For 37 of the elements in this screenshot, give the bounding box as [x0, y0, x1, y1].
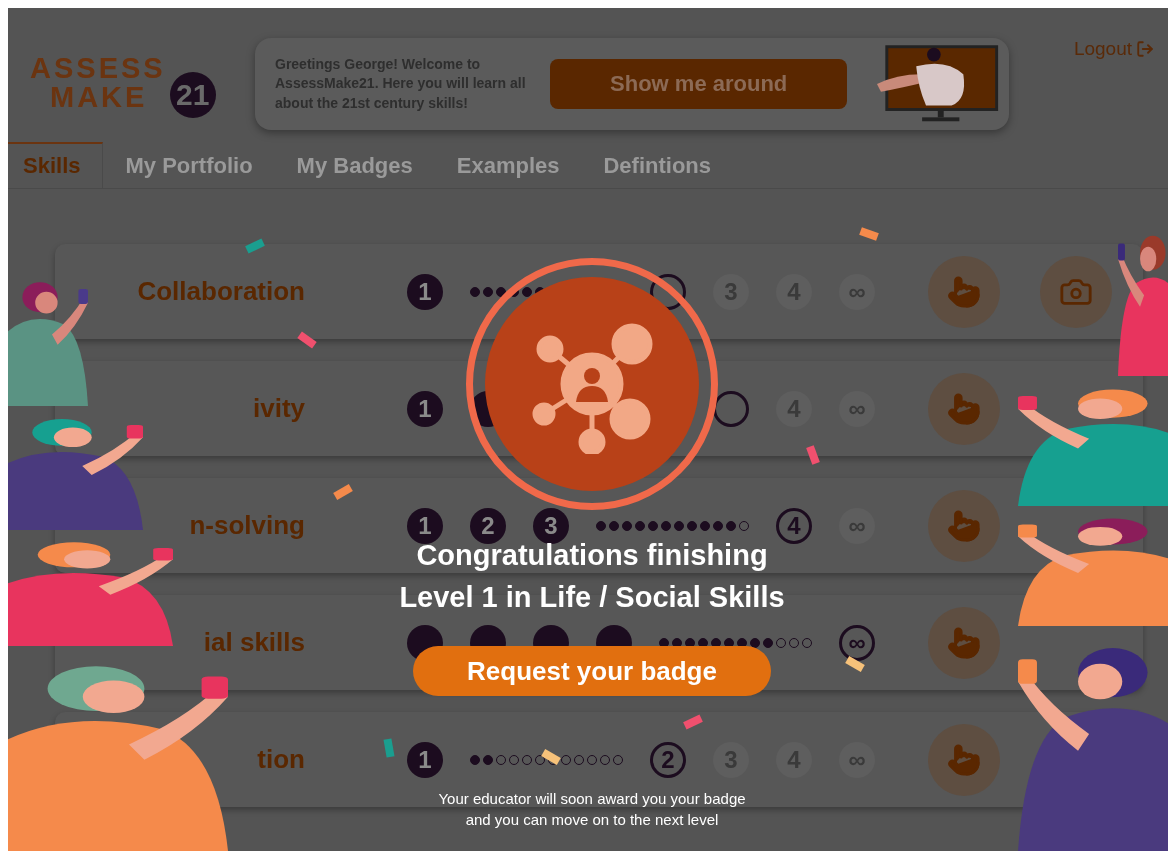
- pointing-hand-icon: [947, 742, 981, 777]
- level-marker: 3: [533, 507, 569, 544]
- level-marker: 1: [407, 507, 443, 544]
- level-marker: ∞: [839, 507, 875, 544]
- level-marker: ∞: [839, 390, 875, 427]
- logo-text: ASSESS: [30, 54, 166, 83]
- request-badge-button[interactable]: Request your badge: [413, 646, 771, 696]
- level-marker: 2: [470, 507, 506, 544]
- level-marker: 2: [650, 741, 686, 778]
- level-marker: 1: [407, 390, 443, 427]
- skill-name: Collaboration: [137, 276, 305, 307]
- show-me-around-button[interactable]: Show me around: [550, 59, 848, 109]
- skill-name: n-solving: [189, 510, 305, 541]
- logout-link[interactable]: Logout: [1073, 38, 1154, 60]
- educator-note: Your educator will soon award you your badge and you can move on to the next level: [438, 789, 746, 830]
- pointing-hand-icon: [947, 508, 981, 543]
- nav-tab[interactable]: Examples: [434, 142, 582, 188]
- logout-icon: [1136, 40, 1154, 58]
- logo-text: MAKE: [49, 83, 149, 112]
- confetti-piece: [859, 227, 879, 241]
- level-marker: 1: [407, 273, 443, 310]
- pointing-hand-icon: [947, 625, 981, 660]
- nav-tab[interactable]: Defintions: [581, 142, 734, 188]
- nav-tab[interactable]: Skills: [8, 142, 104, 188]
- pointing-hand-icon: [947, 274, 981, 309]
- level-marker: ∞: [839, 741, 875, 778]
- skill-name: tion: [257, 744, 305, 775]
- nav-tab[interactable]: My Badges: [274, 142, 435, 188]
- logo-number-badge: 21: [169, 72, 216, 118]
- level-marker: ∞: [839, 273, 875, 310]
- skill-name: ivity: [252, 393, 305, 424]
- level-marker: 1: [407, 741, 443, 778]
- nav-tab[interactable]: My Portfolio: [103, 142, 275, 188]
- skill-name: ial skills: [203, 627, 305, 658]
- level-marker: 4: [776, 507, 812, 544]
- pointing-hand-icon: [947, 391, 981, 426]
- confetti-piece: [383, 738, 395, 758]
